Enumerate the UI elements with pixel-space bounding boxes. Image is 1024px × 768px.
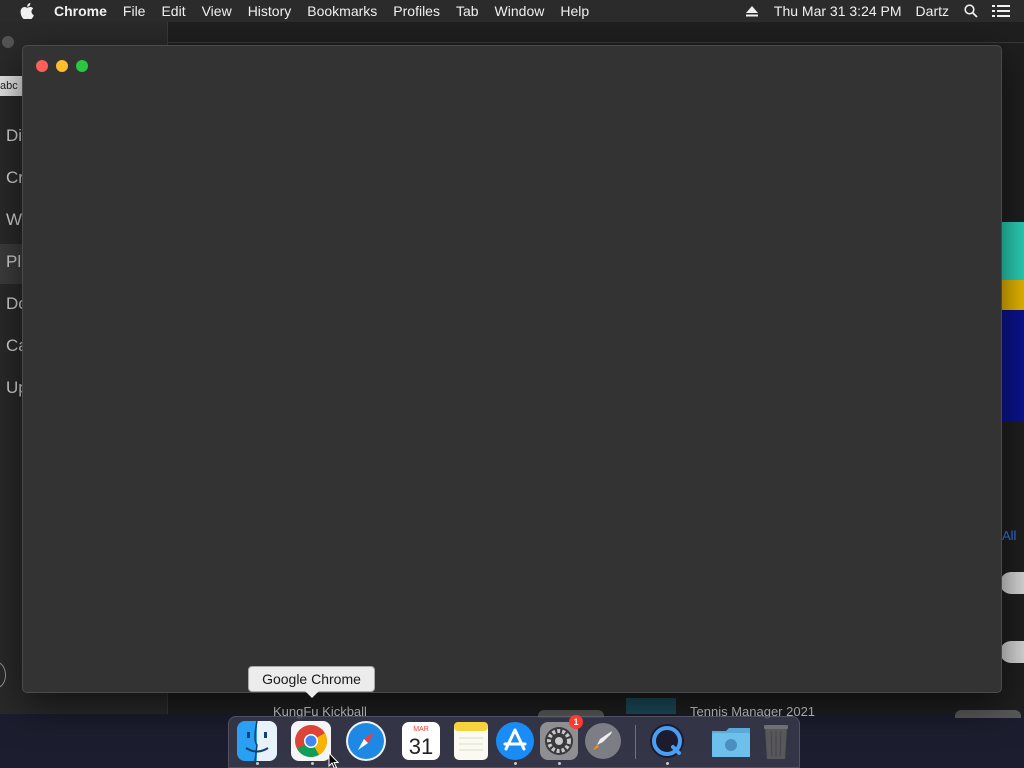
calendar-icon[interactable]: MAR 31 [399, 719, 443, 763]
menu-app-name[interactable]: Chrome [54, 3, 115, 19]
menu-edit[interactable]: Edit [153, 3, 193, 19]
dock: MAR 31 1 [228, 715, 800, 768]
menu-window[interactable]: Window [487, 3, 553, 19]
get-button[interactable] [1000, 641, 1024, 663]
safari-icon[interactable] [344, 719, 388, 763]
mouse-cursor-icon [328, 751, 340, 768]
menu-history[interactable]: History [240, 3, 300, 19]
running-indicator [558, 762, 561, 765]
background-divider [168, 42, 1024, 43]
trash-icon[interactable] [754, 719, 798, 763]
running-indicator [514, 762, 517, 765]
menubar-user[interactable]: Dartz [909, 3, 956, 19]
finder-icon[interactable] [235, 719, 279, 763]
menu-profiles[interactable]: Profiles [385, 3, 448, 19]
get-button[interactable] [1000, 572, 1024, 594]
close-window-button[interactable] [36, 60, 48, 72]
tooltip-arrow [305, 691, 319, 698]
chrome-window[interactable] [22, 45, 1002, 693]
minimize-window-button[interactable] [56, 60, 68, 72]
artwork-band [1000, 280, 1024, 310]
see-all-link[interactable]: All [1002, 528, 1016, 543]
menu-bookmarks[interactable]: Bookmarks [299, 3, 385, 19]
account-avatar-icon[interactable] [0, 662, 6, 688]
running-indicator [311, 762, 314, 765]
app-thumbnail[interactable] [626, 698, 676, 714]
app-store-icon[interactable] [493, 719, 537, 763]
background-window-button[interactable] [2, 36, 14, 48]
spotlight-search-icon[interactable] [956, 0, 986, 22]
get-button[interactable] [955, 710, 1021, 718]
background-search-text: abc [0, 80, 18, 92]
zoom-window-button[interactable] [76, 60, 88, 72]
menu-tab[interactable]: Tab [448, 3, 487, 19]
menu-bar: Chrome File Edit View History Bookmarks … [0, 0, 1024, 22]
menubar-clock[interactable]: Thu Mar 31 3:24 PM [767, 3, 909, 19]
calendar-day: 31 [409, 734, 433, 759]
dock-tooltip: Google Chrome [248, 666, 375, 692]
notes-icon[interactable] [449, 719, 493, 763]
system-preferences-icon[interactable]: 1 [537, 715, 583, 763]
artwork-band [1000, 222, 1024, 280]
quicktime-icon[interactable] [645, 719, 689, 763]
control-center-icon[interactable] [986, 0, 1016, 22]
apple-menu-icon[interactable] [20, 3, 36, 19]
chrome-icon[interactable] [289, 719, 333, 763]
featured-artwork[interactable] [1000, 222, 1024, 422]
eject-icon[interactable] [737, 0, 767, 22]
calendar-month: MAR [413, 726, 429, 733]
running-indicator [666, 762, 669, 765]
dock-separator [635, 725, 636, 759]
downloads-folder-icon[interactable] [709, 719, 753, 763]
running-indicator [256, 762, 259, 765]
menu-file[interactable]: File [115, 3, 154, 19]
menu-help[interactable]: Help [552, 3, 597, 19]
rocket-icon[interactable] [581, 719, 625, 763]
artwork-band [1000, 310, 1024, 422]
menu-view[interactable]: View [194, 3, 240, 19]
